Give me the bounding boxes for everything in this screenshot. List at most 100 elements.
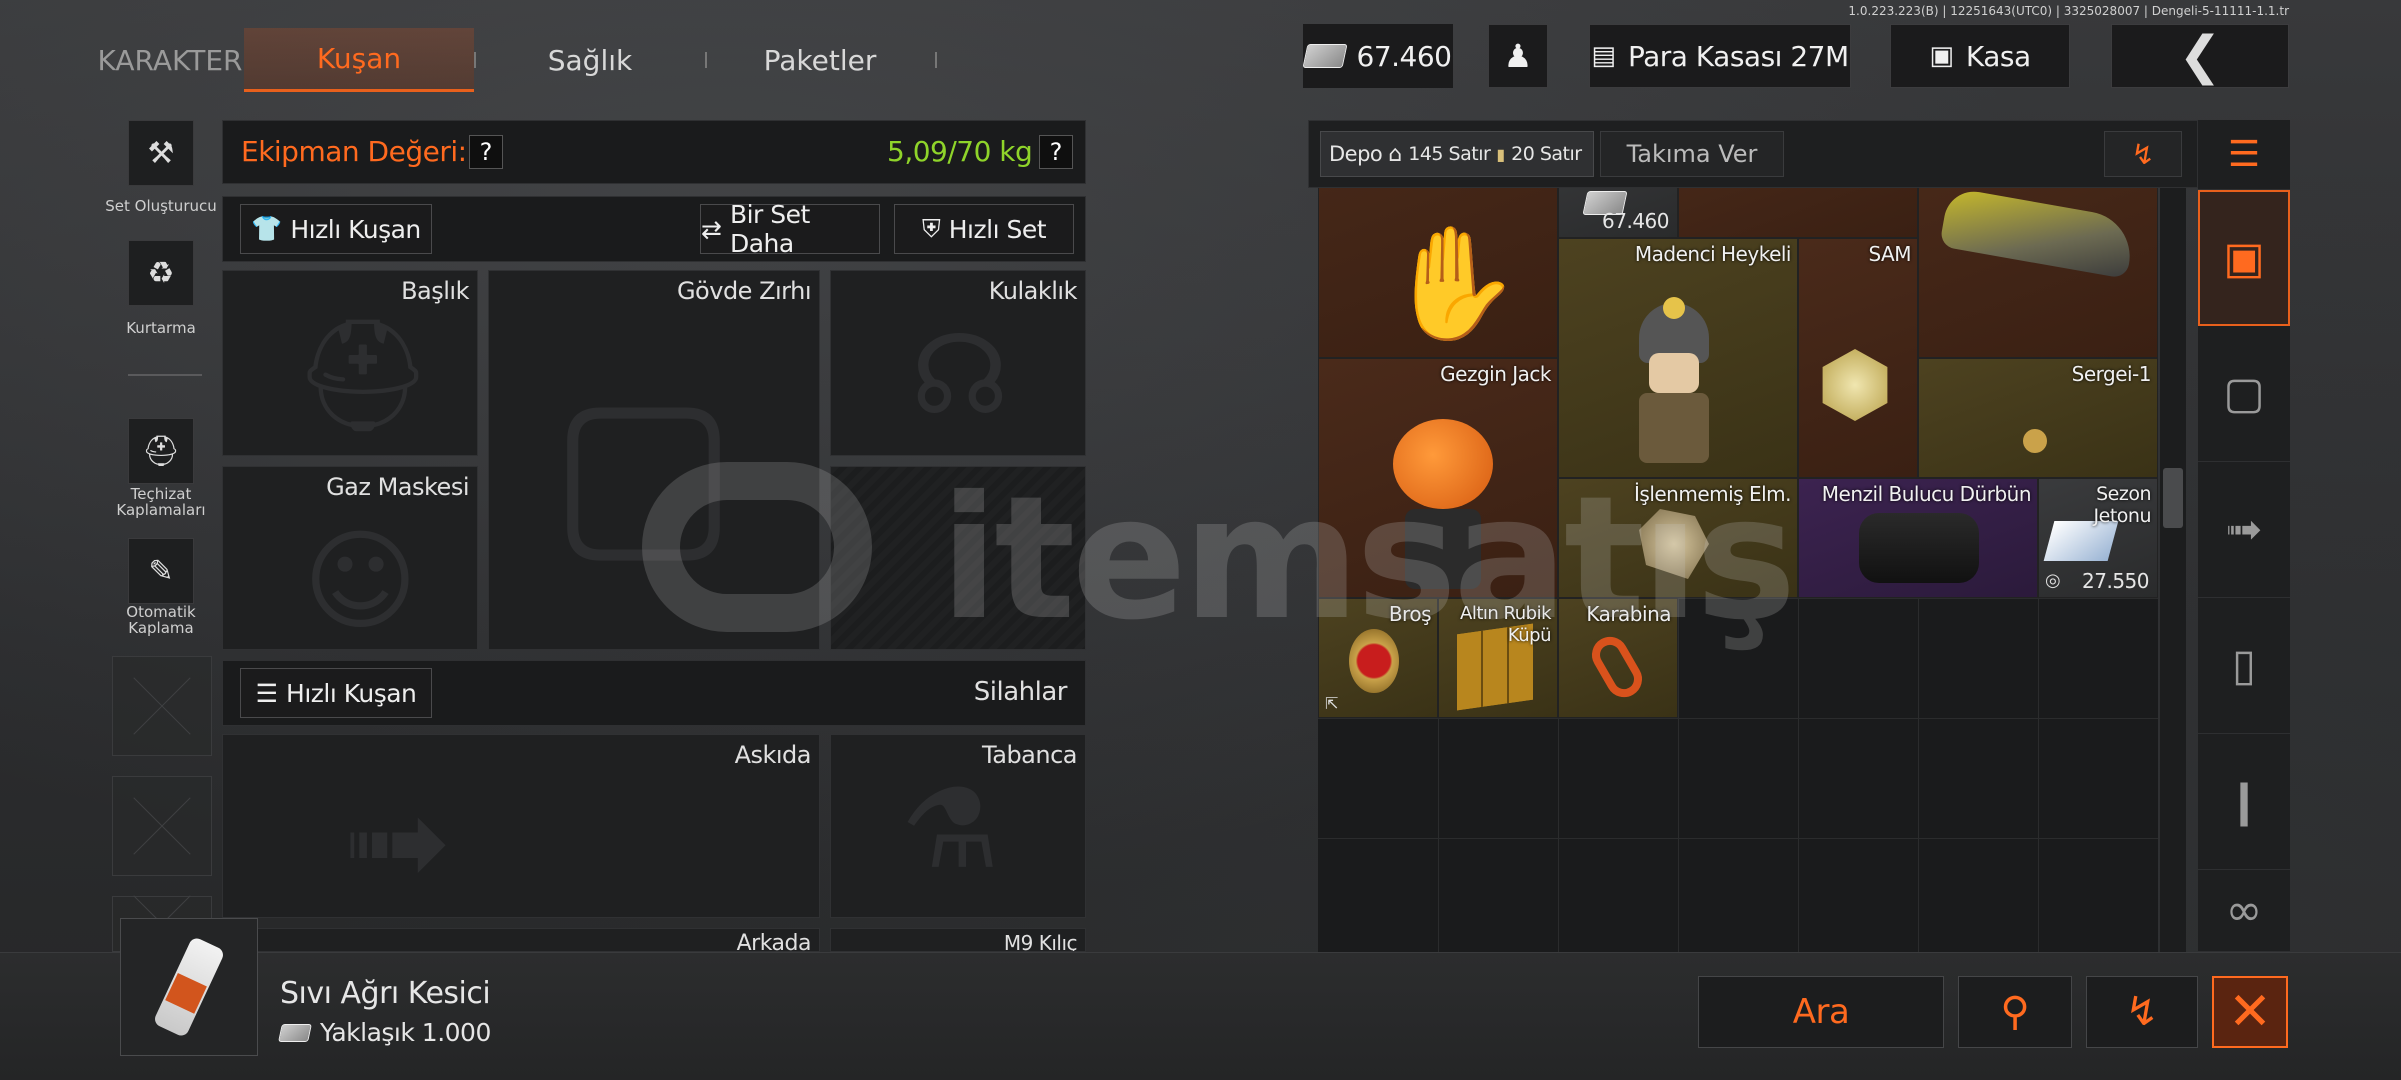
quick-equip-weapons-button[interactable]: ☰ Hızlı Kuşan	[240, 668, 432, 718]
cash-icon	[1301, 44, 1348, 68]
rows-extra: 20 Satır	[1511, 143, 1582, 165]
pistol-slot[interactable]: ⚗ Tabanca	[830, 734, 1086, 918]
hand-sculpture-icon: ✋	[1385, 219, 1522, 347]
cash-icon	[278, 1023, 312, 1042]
give-team-tab[interactable]: Takıma Ver	[1600, 131, 1784, 177]
category-more-button[interactable]: ∞	[2198, 870, 2290, 952]
vault-icon: ▤	[1591, 41, 1616, 71]
gear-skins-button[interactable]: ⛑	[128, 418, 194, 484]
headset-slot[interactable]: ☊ Kulaklık	[830, 270, 1086, 456]
melee-slot[interactable]: M9 Kılıç	[830, 928, 1086, 952]
sports-car-item[interactable]	[1918, 188, 2158, 358]
quick-equip-button[interactable]: 👕 Hızlı Kuşan	[240, 204, 432, 254]
set-builder-button[interactable]: ⚒	[128, 120, 194, 186]
gas-mask-slot[interactable]: ☺ Gaz Maskesi	[222, 466, 478, 650]
sergei-item[interactable]: Sergei-1	[1918, 358, 2158, 478]
helmet-label: Başlık	[401, 277, 469, 305]
rail-divider	[128, 374, 202, 376]
auto-skin-button[interactable]: ✎	[128, 538, 194, 604]
pistol-icon: ⚗	[901, 765, 1000, 893]
equipment-header: Ekipman Değeri: 0 ? 5,09/70 kg ?	[222, 120, 1086, 184]
category-rifle-button[interactable]: ➟	[2198, 462, 2290, 598]
equipment-value: Ekipman Değeri: 0	[241, 135, 493, 168]
money-display: 67.460	[1301, 24, 1453, 88]
gezgin-jack-name: Gezgin Jack	[1440, 362, 1551, 386]
sam-item[interactable]: SAM	[1798, 238, 1918, 478]
quick-set-button[interactable]: ⛨ Hızlı Set	[894, 204, 1074, 254]
version-info: 1.0.223.223(B) | 12251643(UTC0) | 332502…	[1848, 4, 2289, 18]
miner-statue-name: Madenci Heykeli	[1634, 242, 1792, 266]
tab-kusan[interactable]: Kuşan	[244, 28, 474, 92]
sputnik-icon	[2023, 429, 2047, 453]
another-set-label: Bir Set Daha	[729, 200, 810, 258]
rescue-button[interactable]: ♻	[128, 240, 194, 306]
operator-button[interactable]: ♟	[1488, 24, 1548, 88]
category-all-button[interactable]: ☰	[2198, 120, 2290, 190]
body-armor-label: Gövde Zırhı	[676, 277, 812, 305]
helmet-slot[interactable]: ⛑ Başlık	[222, 270, 478, 456]
sam-name: SAM	[1868, 242, 1911, 266]
category-armor-button[interactable]: ▢	[2198, 326, 2290, 462]
sort-button[interactable]: ↯	[2104, 131, 2182, 177]
quick-set-label: Hızlı Set	[948, 214, 1047, 244]
operator-icon: ♟	[1503, 37, 1533, 75]
melee-label: M9 Kılıç	[1003, 931, 1078, 952]
back-button[interactable]: ❮	[2111, 24, 2289, 88]
equipment-help-button[interactable]: ?	[469, 135, 503, 169]
sling-weapon-slot[interactable]: ➟ Askıda	[222, 734, 820, 918]
close-button[interactable]: ✕	[2212, 976, 2288, 1048]
tab-divider	[935, 52, 937, 68]
binoculars-icon	[1859, 513, 1979, 583]
magnifier-icon: ⚲	[2000, 989, 2030, 1035]
selected-item-thumb[interactable]	[120, 918, 258, 1056]
empty-rail-slot	[112, 776, 212, 876]
sort-bottom-button[interactable]: ↯	[2086, 976, 2198, 1048]
gear-skins-label: Teçhizat Kaplamaları	[116, 485, 206, 519]
money-stack-item[interactable]: 67.460	[1558, 188, 1678, 238]
sling-label: Askıda	[734, 741, 812, 769]
rangefinder-item[interactable]: Menzil Bulucu Dürbün	[1798, 478, 2038, 598]
car-icon	[1939, 188, 2137, 280]
depo-tab[interactable]: Depo ⌂ 145 Satır ▮ 20 Satır	[1320, 131, 1594, 177]
statue-hand-item[interactable]: ✋	[1318, 188, 1558, 358]
kasa-button[interactable]: ▣ Kasa	[1890, 24, 2070, 88]
tab-saglik[interactable]: Sağlık	[490, 28, 690, 92]
weapons-title: Silahlar	[973, 677, 1068, 707]
magnify-button[interactable]: ⚲	[1958, 976, 2072, 1048]
token-stack-icon	[2043, 521, 2119, 561]
tab-paketler[interactable]: Paketler	[720, 28, 920, 92]
scrollbar-thumb[interactable]	[2163, 468, 2183, 528]
category-ammo-button[interactable]: ❙	[2198, 734, 2290, 870]
search-button[interactable]: Ara	[1698, 976, 1944, 1048]
rangefinder-name: Menzil Bulucu Dürbün	[1821, 482, 2032, 506]
money-stack-amount: 67.460	[1602, 209, 1669, 233]
selected-item-price-text: Yaklaşık 1.000	[320, 1018, 491, 1047]
back-weapon-slot[interactable]: Arkada	[222, 928, 820, 952]
quick-equip-weapons-label: Hızlı Kuşan	[286, 678, 417, 708]
helmet-icon: ⛑	[293, 311, 433, 439]
close-icon: ✕	[2228, 982, 2272, 1042]
category-storage-button[interactable]: ▣	[2198, 190, 2290, 326]
miner-statue-item[interactable]: Madenci Heykeli	[1558, 238, 1798, 478]
weight-help-button[interactable]: ?	[1039, 135, 1073, 169]
watermark-logo	[642, 462, 872, 632]
empty-rail-slot	[112, 656, 212, 756]
season-token-item[interactable]: Sezon Jetonu ◎ 27.550	[2038, 478, 2158, 598]
box-icon: ▣	[2223, 232, 2265, 284]
selected-item-price: Yaklaşık 1.000	[278, 1018, 491, 1047]
scrollbar-track[interactable]	[2160, 188, 2186, 952]
sort-icon: ↯	[2131, 137, 2155, 171]
safe-icon: ▣	[1929, 41, 1954, 71]
another-set-button[interactable]: ⇄ Bir Set Daha	[700, 200, 880, 258]
satellite-mirror-icon	[1822, 349, 1888, 421]
category-magazine-button[interactable]: ▯	[2198, 598, 2290, 734]
vault-button[interactable]: ▤ Para Kasası 27M	[1589, 24, 1851, 88]
tab-karakter[interactable]: KARAKTER	[98, 28, 243, 92]
money-amount: 67.460	[1356, 39, 1452, 73]
headset-icon: ☊	[911, 311, 1009, 439]
depo-label: Depo	[1329, 142, 1383, 166]
top-item[interactable]	[1678, 188, 1918, 238]
stack-refresh-icon: ☰	[2227, 134, 2261, 175]
shirt-icon: 👕	[251, 214, 283, 243]
gas-mask-icon: ☺	[303, 517, 418, 645]
